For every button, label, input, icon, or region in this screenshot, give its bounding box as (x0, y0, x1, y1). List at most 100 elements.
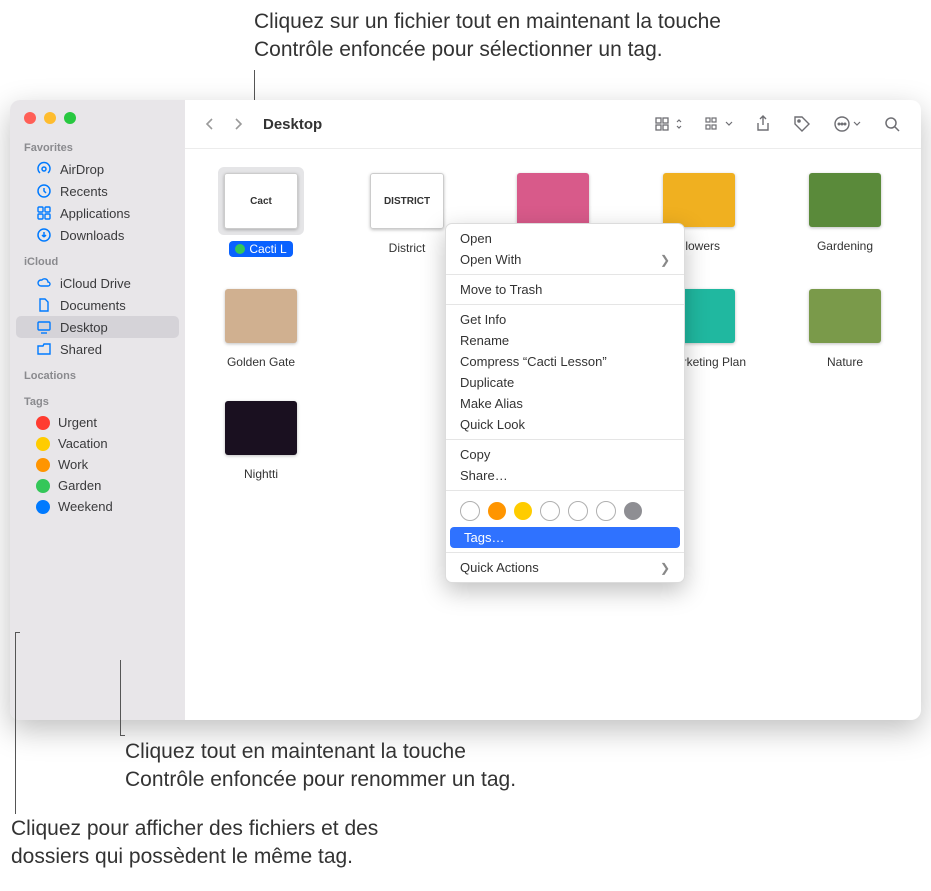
sidebar-item-documents[interactable]: Documents (16, 294, 179, 316)
ctx-move-to-trash[interactable]: Move to Trash (446, 279, 684, 300)
file-thumbnail (663, 173, 735, 227)
file-name: Nightti (244, 467, 278, 481)
page-title: Desktop (263, 116, 322, 133)
callout-mid: Cliquez tout en maintenant la touche Con… (125, 738, 685, 795)
file-name-label: District (389, 241, 426, 255)
sidebar-item-label: Desktop (60, 320, 108, 335)
file-thumbnail (809, 173, 881, 227)
chevron-right-icon: ❯ (660, 253, 670, 267)
file-name-label: Gardening (817, 239, 873, 253)
ctx-tag-color[interactable] (514, 502, 532, 520)
ctx-open-with[interactable]: Open With❯ (446, 249, 684, 270)
ctx-get-info[interactable]: Get Info (446, 309, 684, 330)
file-tag-dot (235, 244, 245, 254)
airdrop-icon (36, 161, 52, 177)
ctx-quick-look[interactable]: Quick Look (446, 414, 684, 435)
sidebar-item-label: Vacation (58, 436, 108, 451)
ctx-tag-color[interactable] (596, 501, 616, 521)
sidebar-item-label: Applications (60, 206, 130, 221)
sidebar-item-shared[interactable]: Shared (16, 338, 179, 360)
ctx-share[interactable]: Share… (446, 465, 684, 486)
file-thumbnail (809, 289, 881, 343)
separator (446, 274, 684, 275)
file-name: Golden Gate (227, 355, 295, 369)
main-pane: Desktop CactCacti LDISTRICTDistrictFlowe… (185, 100, 921, 720)
search-button[interactable] (877, 115, 907, 133)
file-item[interactable]: Nightti (193, 395, 329, 481)
file-thumbnail: DISTRICT (370, 173, 444, 229)
file-thumbnail: Cact (224, 173, 298, 229)
sidebar-item-downloads[interactable]: Downloads (16, 224, 179, 246)
group-button[interactable] (699, 117, 739, 131)
file-item[interactable]: Nature (777, 283, 913, 369)
sidebar-tag-garden[interactable]: Garden (16, 475, 179, 496)
sidebar-item-label: AirDrop (60, 162, 104, 177)
sidebar: Favorites AirDrop Recents Applications D… (10, 100, 185, 720)
finder-window: Favorites AirDrop Recents Applications D… (10, 100, 921, 720)
close-button[interactable] (24, 112, 36, 124)
download-icon (36, 227, 52, 243)
file-item[interactable]: Golden Gate (193, 283, 329, 369)
zoom-button[interactable] (64, 112, 76, 124)
ctx-tag-color[interactable] (488, 502, 506, 520)
sidebar-item-label: Recents (60, 184, 108, 199)
separator (446, 304, 684, 305)
callout-top: Cliquez sur un fichier tout en maintenan… (254, 8, 874, 65)
view-icons-button[interactable] (649, 117, 689, 131)
sidebar-tag-urgent[interactable]: Urgent (16, 412, 179, 433)
ctx-make-alias[interactable]: Make Alias (446, 393, 684, 414)
desktop-icon (36, 319, 52, 335)
sidebar-item-recents[interactable]: Recents (16, 180, 179, 202)
ctx-duplicate[interactable]: Duplicate (446, 372, 684, 393)
leader-line (15, 632, 16, 814)
sidebar-item-label: Weekend (58, 499, 113, 514)
ctx-tag-row (446, 495, 684, 527)
ctx-tag-color[interactable] (568, 501, 588, 521)
sidebar-item-applications[interactable]: Applications (16, 202, 179, 224)
file-item[interactable]: Gardening (777, 167, 913, 257)
forward-button[interactable] (227, 113, 249, 135)
tag-dot-green (36, 479, 50, 493)
sidebar-tag-work[interactable]: Work (16, 454, 179, 475)
sidebar-item-desktop[interactable]: Desktop (16, 316, 179, 338)
sidebar-item-label: Documents (60, 298, 126, 313)
content-area[interactable]: CactCacti LDISTRICTDistrictFlowerFlowers… (185, 149, 921, 720)
file-thumbnail (225, 289, 297, 343)
ctx-open[interactable]: Open (446, 228, 684, 249)
ctx-rename[interactable]: Rename (446, 330, 684, 351)
shared-icon (36, 341, 52, 357)
cloud-icon (36, 275, 52, 291)
sidebar-item-label: Urgent (58, 415, 97, 430)
callout-bot: Cliquez pour afficher des fichiers et de… (11, 815, 571, 872)
sidebar-tag-weekend[interactable]: Weekend (16, 496, 179, 517)
tags-button[interactable] (787, 115, 817, 133)
sidebar-item-label: Garden (58, 478, 101, 493)
minimize-button[interactable] (44, 112, 56, 124)
file-name-label: Golden Gate (227, 355, 295, 369)
ctx-tag-color[interactable] (460, 501, 480, 521)
file-item[interactable]: Cact Cacti L (193, 167, 329, 257)
file-name: Gardening (817, 239, 873, 253)
ctx-tag-color[interactable] (540, 501, 560, 521)
file-thumbnail (225, 401, 297, 455)
ctx-quick-actions[interactable]: Quick Actions❯ (446, 557, 684, 578)
sidebar-item-label: iCloud Drive (60, 276, 131, 291)
sidebar-tag-vacation[interactable]: Vacation (16, 433, 179, 454)
ctx-tag-color[interactable] (624, 502, 642, 520)
file-name-label: Nature (827, 355, 863, 369)
file-name: Nature (827, 355, 863, 369)
more-button[interactable] (827, 115, 867, 133)
sidebar-item-airdrop[interactable]: AirDrop (16, 158, 179, 180)
share-button[interactable] (749, 115, 777, 133)
file-name-label: Cacti L (249, 242, 286, 256)
leader-line (120, 660, 121, 735)
sidebar-item-icloud-drive[interactable]: iCloud Drive (16, 272, 179, 294)
back-button[interactable] (199, 113, 221, 135)
section-favorites: Favorites (10, 132, 185, 158)
ctx-copy[interactable]: Copy (446, 444, 684, 465)
sidebar-item-label: Work (58, 457, 88, 472)
tag-dot-red (36, 416, 50, 430)
tag-dot-yellow (36, 437, 50, 451)
ctx-tags[interactable]: Tags… (450, 527, 680, 548)
ctx-compress[interactable]: Compress “Cacti Lesson” (446, 351, 684, 372)
